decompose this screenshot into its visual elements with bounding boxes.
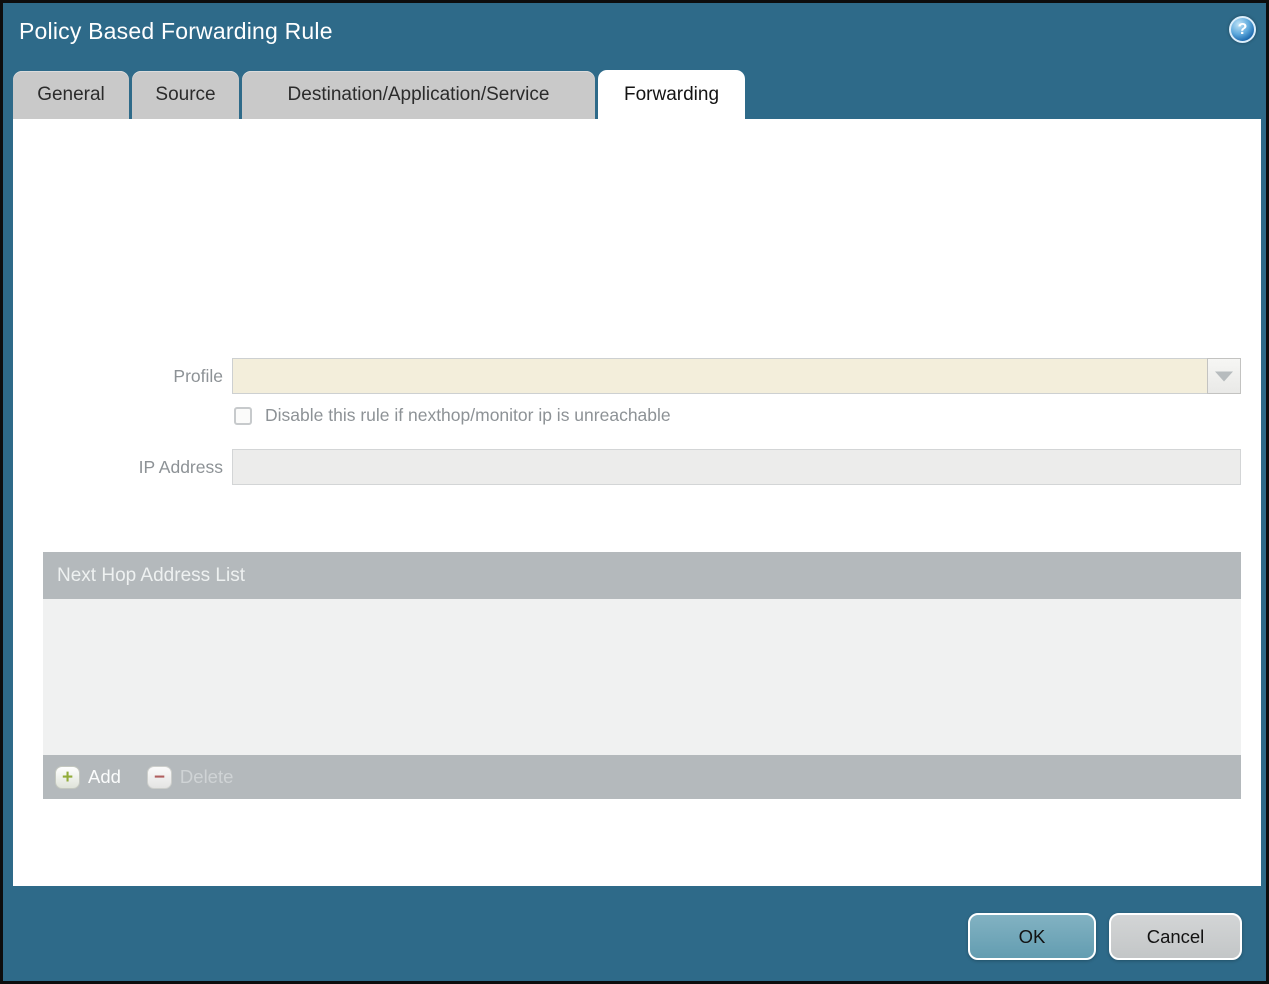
disable-rule-label: Disable this rule if nexthop/monitor ip … (265, 405, 671, 425)
monitor-profile-dropdown-button (1207, 358, 1241, 394)
cancel-button[interactable]: Cancel (1109, 913, 1242, 960)
chevron-down-icon (1215, 371, 1233, 382)
monitor-profile-select (232, 358, 1208, 394)
delete-button-label: Delete (179, 766, 234, 787)
add-button[interactable]: + Add (55, 765, 121, 789)
ok-button[interactable]: OK (968, 913, 1096, 960)
monitor-profile-label: Profile (173, 366, 223, 386)
next-hop-address-list-header: Next Hop Address List (43, 552, 1241, 599)
monitor-ip-address-label: IP Address (138, 457, 223, 477)
minus-icon: − (146, 765, 172, 789)
monitor-ip-address-input (232, 449, 1241, 485)
tab-source[interactable]: Source (132, 71, 239, 119)
dialog-title: Policy Based Forwarding Rule (19, 18, 333, 44)
delete-button: − Delete (146, 765, 234, 789)
next-hop-address-list-body[interactable] (43, 599, 1241, 755)
tab-destination-application-service[interactable]: Destination/Application/Service (242, 71, 595, 119)
tab-forwarding[interactable]: Forwarding (598, 70, 745, 120)
help-icon[interactable]: ? (1229, 16, 1256, 43)
policy-based-forwarding-dialog: Policy Based Forwarding Rule ? General S… (0, 0, 1269, 984)
add-button-label: Add (88, 766, 121, 787)
plus-icon: + (55, 765, 80, 789)
tab-general[interactable]: General (13, 71, 129, 119)
next-hop-address-list-footer: + Add − Delete (43, 755, 1241, 799)
disable-rule-checkbox (234, 407, 252, 425)
